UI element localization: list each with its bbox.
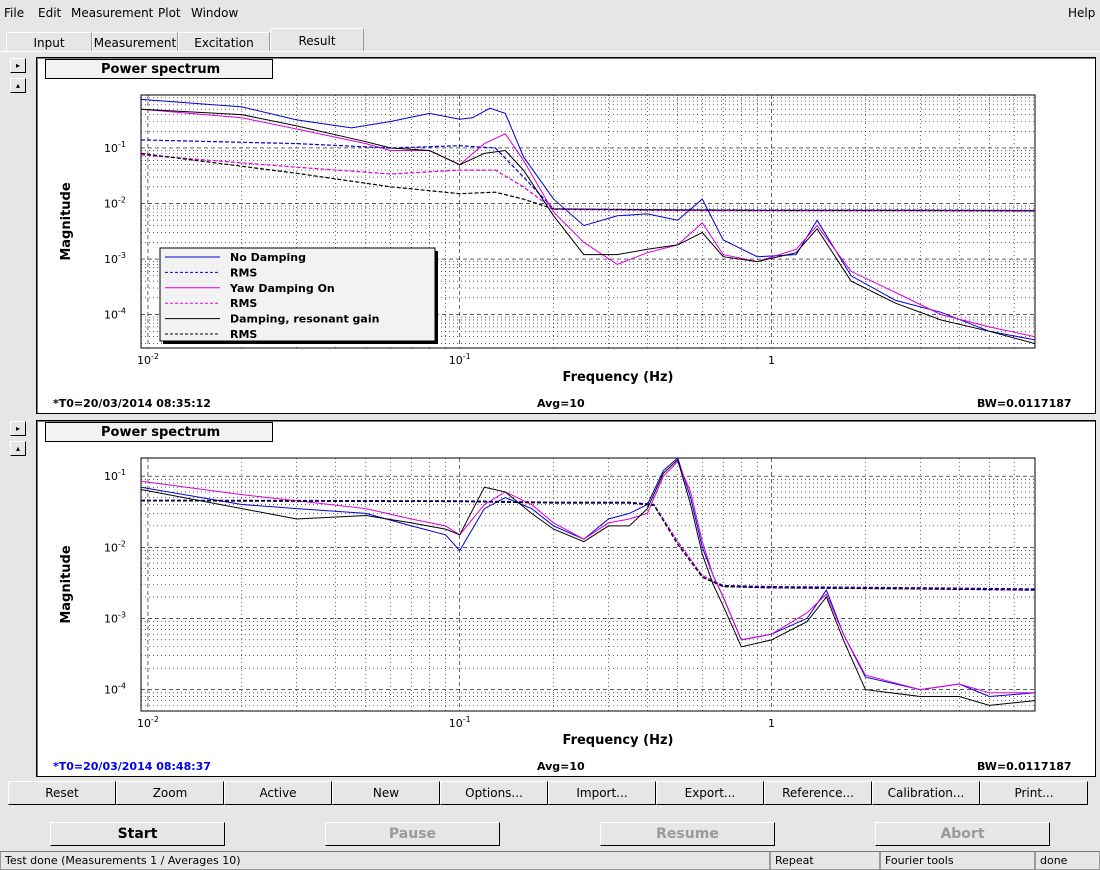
legend-label: No Damping [230, 251, 306, 264]
chart-2[interactable]: 10-2 10-1 1 10-4 10-3 10-2 10-1 Frequency (Hz) M… [37, 421, 1095, 776]
resume-button[interactable]: Resume [600, 822, 775, 846]
y-tick-label: 10-2 [104, 539, 126, 554]
export-button[interactable]: Export... [656, 781, 764, 805]
panel2-right-arrow-icon[interactable]: ▸ [10, 421, 26, 436]
tab-divider [0, 51, 1100, 52]
tab-bar: Input Measurement Excitation Result [0, 28, 1100, 52]
y-tick-label: 10-1 [104, 140, 126, 155]
plot-timestamp: *T0=20/03/2014 08:48:37 [53, 760, 211, 773]
series-line-3 [141, 500, 1035, 591]
pause-button[interactable]: Pause [325, 822, 500, 846]
plot-frame [140, 457, 1036, 712]
plot-timestamp: *T0=20/03/2014 08:35:12 [53, 397, 211, 410]
series-line-5 [141, 500, 1035, 591]
legend-label: Damping, resonant gain [230, 313, 379, 326]
y-axis-label: Magnitude [59, 182, 74, 261]
panel2-up-arrow-icon[interactable]: ▴ [10, 441, 26, 456]
y-tick-label: 10-4 [104, 307, 126, 322]
menu-plot[interactable]: Plot [158, 6, 181, 20]
series-line-1 [141, 499, 1035, 590]
x-tick-label: 1 [768, 354, 775, 367]
x-tick-label: 10-1 [449, 715, 471, 730]
menu-measurement[interactable]: Measurement [71, 6, 153, 20]
legend-label: RMS [230, 266, 257, 279]
reference-button[interactable]: Reference... [764, 781, 872, 805]
legend-label: RMS [230, 297, 257, 310]
tab-result[interactable]: Result [270, 28, 364, 52]
tab-input[interactable]: Input [6, 32, 92, 52]
x-tick-label: 1 [768, 717, 775, 730]
status-message: Test done (Measurements 1 / Averages 10) [0, 851, 770, 870]
x-axis-label: Frequency (Hz) [563, 370, 674, 385]
legend: No Damping RMS Yaw Damping On RMS Damping, r… [159, 247, 438, 344]
series-line-1 [141, 139, 1035, 212]
plot-averages: Avg=10 [537, 760, 585, 773]
legend-label: RMS [230, 328, 257, 341]
import-button[interactable]: Import... [548, 781, 656, 805]
menu-window[interactable]: Window [191, 6, 238, 20]
abort-button[interactable]: Abort [875, 822, 1050, 846]
series-line-0 [141, 458, 1035, 698]
menu-file[interactable]: File [4, 6, 24, 20]
zoom-button[interactable]: Zoom [116, 781, 224, 805]
panel1-up-arrow-icon[interactable]: ▴ [10, 78, 26, 93]
calibration-button[interactable]: Calibration... [872, 781, 980, 805]
plot-toolbar: Reset Zoom Active New Options... Import.… [8, 781, 1088, 805]
x-tick-label: 10-2 [137, 352, 159, 367]
plot-bandwidth: BW=0.0117187 [977, 397, 1072, 410]
start-button[interactable]: Start [50, 822, 225, 846]
series-line-5 [141, 152, 1035, 212]
status-tool: Fourier tools [880, 851, 1035, 870]
y-tick-label: 10-1 [104, 468, 126, 483]
reset-button[interactable]: Reset [8, 781, 116, 805]
menu-help[interactable]: Help [1068, 6, 1095, 20]
options-button[interactable]: Options... [440, 781, 548, 805]
menu-edit[interactable]: Edit [38, 6, 61, 20]
grid [141, 458, 1036, 712]
status-state: done [1035, 851, 1100, 870]
tab-measurement[interactable]: Measurement [92, 32, 178, 52]
series-line-2 [141, 460, 1035, 694]
x-axis-label: Frequency (Hz) [563, 733, 674, 748]
y-tick-label: 10-2 [104, 196, 126, 211]
active-button[interactable]: Active [224, 781, 332, 805]
plot-panel-2[interactable]: Power spectrum 10-2 10-1 1 10-4 10-3 10-2 10-1… [36, 420, 1096, 777]
plot-panel-1[interactable]: Power spectrum 10-2 10-1 1 10-4 10-3 10-2 10-1… [36, 57, 1096, 414]
plot-averages: Avg=10 [537, 397, 585, 410]
chart-1[interactable]: 10-2 10-1 1 10-4 10-3 10-2 10-1 Frequency (Hz) M… [37, 58, 1095, 413]
y-tick-label: 10-3 [104, 251, 126, 266]
legend-label: Yaw Damping On [229, 282, 335, 295]
panel1-right-arrow-icon[interactable]: ▸ [10, 58, 26, 73]
y-tick-label: 10-4 [104, 682, 126, 697]
tab-excitation[interactable]: Excitation [178, 32, 270, 52]
status-repeat: Repeat [770, 851, 880, 870]
y-tick-label: 10-3 [104, 610, 126, 625]
x-tick-label: 10-1 [449, 352, 471, 367]
y-axis-label: Magnitude [59, 545, 74, 624]
print-button[interactable]: Print... [980, 781, 1088, 805]
series-line-3 [141, 154, 1035, 212]
x-tick-label: 10-2 [137, 715, 159, 730]
menubar: File Edit Measurement Plot Window Help [0, 0, 1100, 26]
new-button[interactable]: New [332, 781, 440, 805]
plot-bandwidth: BW=0.0117187 [977, 760, 1072, 773]
series-line-4 [141, 458, 1035, 706]
